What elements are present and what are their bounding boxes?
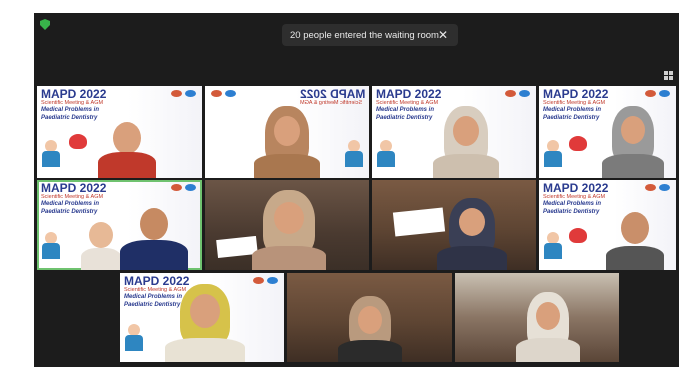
participant-tile[interactable]	[205, 180, 369, 270]
heart-icon	[569, 136, 587, 151]
participant-tile[interactable]: MAPD 2022 Scientific Meeting & AGM Medic…	[372, 86, 536, 178]
participant-video	[337, 294, 403, 362]
cartoon-icon	[40, 232, 62, 260]
logo-icons	[171, 184, 196, 191]
participant-video	[436, 196, 508, 270]
event-banner: MAPD 2022 Scientific Meeting & AGM Medic…	[41, 181, 107, 215]
grid-view-icon[interactable]	[664, 71, 673, 80]
active-speaker-tile[interactable]: MAPD 2022 Scientific Meeting & AGM Medic…	[37, 180, 202, 270]
logo-icons	[645, 184, 670, 191]
shield-icon[interactable]	[40, 19, 50, 30]
cartoon-icon	[542, 232, 564, 260]
participant-video	[601, 102, 665, 178]
participant-tile[interactable]: MAPD 2022 Scientific Meeting & AGM Medic…	[120, 273, 284, 362]
participant-video	[97, 108, 157, 178]
participant-tile[interactable]: MAPD 2022 Scientific Meeting & AGM Medic…	[539, 180, 676, 270]
cartoon-icon	[123, 324, 145, 352]
event-banner: MAPD 2022 Scientific Meeting & AGM Medic…	[543, 87, 609, 121]
participant-video	[253, 102, 321, 178]
participant-tile[interactable]: MAPD 2022 Scientific Meeting & AGM Medic…	[37, 86, 202, 178]
participant-video	[432, 102, 500, 178]
notification-text: 20 people entered the waiting room	[290, 29, 439, 41]
close-icon[interactable]: ✕	[438, 28, 448, 42]
participant-tile[interactable]: MAPD 2022 Scientific Meeting & AGM Medic…	[539, 86, 676, 178]
cartoon-icon	[542, 140, 564, 168]
logo-icons	[171, 90, 196, 97]
participant-video	[79, 214, 123, 270]
zoom-meeting-window: 20 people entered the waiting room ✕ MAP…	[34, 13, 679, 367]
cartoon-icon	[40, 140, 62, 168]
participant-tile[interactable]	[455, 273, 619, 362]
waiting-room-notification: 20 people entered the waiting room ✕	[282, 24, 458, 46]
logo-icons	[645, 90, 670, 97]
cartoon-icon	[375, 140, 397, 168]
participant-tile[interactable]	[372, 180, 536, 270]
participant-video	[164, 282, 246, 362]
participant-video	[119, 202, 189, 270]
event-banner: MAPD 2022 Scientific Meeting & AGM Medic…	[543, 181, 609, 215]
logo-icons	[505, 90, 530, 97]
participant-tile[interactable]: MAPD 2022 Scientific Meeting & AGM	[205, 86, 369, 178]
logo-icons	[211, 90, 236, 97]
participant-tile[interactable]	[287, 273, 452, 362]
heart-icon	[69, 134, 87, 149]
logo-icons	[253, 277, 278, 284]
cartoon-icon	[343, 140, 365, 168]
participant-video	[515, 290, 581, 362]
heart-icon	[569, 228, 587, 243]
participant-video	[251, 188, 327, 270]
participant-video	[605, 200, 665, 270]
